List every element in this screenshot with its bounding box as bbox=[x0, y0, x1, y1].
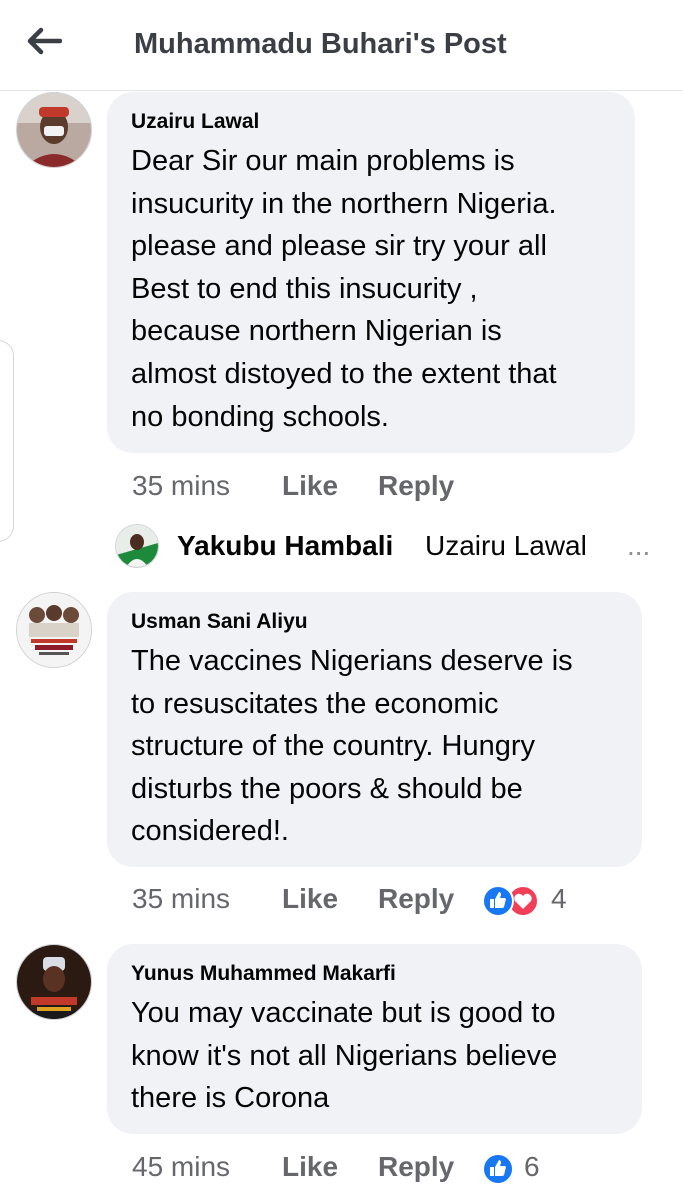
avatar[interactable] bbox=[16, 92, 92, 168]
reply-snippet: Uzairu Lawal bbox=[425, 530, 587, 561]
arrow-left-icon[interactable] bbox=[26, 27, 62, 55]
reaction-count[interactable]: 4 bbox=[551, 883, 567, 915]
reply-ellipsis: ... bbox=[627, 530, 651, 561]
side-panel-edge bbox=[0, 340, 14, 542]
comment-text: The vaccines Nigerians deserve is to res… bbox=[131, 645, 573, 848]
comment-author[interactable]: Yunus Muhammed Makarfi bbox=[131, 962, 396, 986]
comment-bubble: Uzairu Lawal Dear Sir our main problems … bbox=[107, 92, 635, 453]
avatar[interactable] bbox=[16, 592, 92, 668]
avatar bbox=[115, 524, 159, 568]
reactions-icon[interactable] bbox=[481, 884, 541, 918]
like-button[interactable]: Like bbox=[282, 1151, 338, 1183]
like-button[interactable]: Like bbox=[282, 470, 338, 502]
reply-button[interactable]: Reply bbox=[378, 1151, 454, 1183]
comment-text: You may vaccinate but is good to know it… bbox=[131, 997, 558, 1115]
comment-author[interactable]: Usman Sani Aliyu bbox=[131, 610, 308, 634]
comment-text: Dear Sir our main problems is insucurity… bbox=[131, 145, 557, 433]
comment-bubble: Usman Sani Aliyu The vaccines Nigerians … bbox=[107, 592, 642, 867]
comment-bubble: Yunus Muhammed Makarfi You may vaccinate… bbox=[107, 944, 642, 1134]
reply-button[interactable]: Reply bbox=[378, 470, 454, 502]
avatar[interactable] bbox=[16, 944, 92, 1020]
comment-time: 45 mins bbox=[132, 1151, 231, 1182]
page-title: Muhammadu Buhari's Post bbox=[134, 28, 507, 60]
reaction-count[interactable]: 6 bbox=[524, 1151, 540, 1183]
comment-time: 35 mins bbox=[132, 470, 231, 501]
header-bar: Muhammadu Buhari's Post bbox=[0, 0, 683, 91]
reply-button[interactable]: Reply bbox=[378, 883, 454, 915]
comment-time: 35 mins bbox=[132, 883, 231, 914]
reply-preview[interactable]: Yakubu Hambali Uzairu Lawal ... bbox=[115, 522, 675, 572]
like-reaction-icon[interactable] bbox=[481, 1152, 515, 1186]
comment-author[interactable]: Uzairu Lawal bbox=[131, 110, 259, 134]
reply-author: Yakubu Hambali bbox=[177, 530, 394, 561]
like-button[interactable]: Like bbox=[282, 883, 338, 915]
